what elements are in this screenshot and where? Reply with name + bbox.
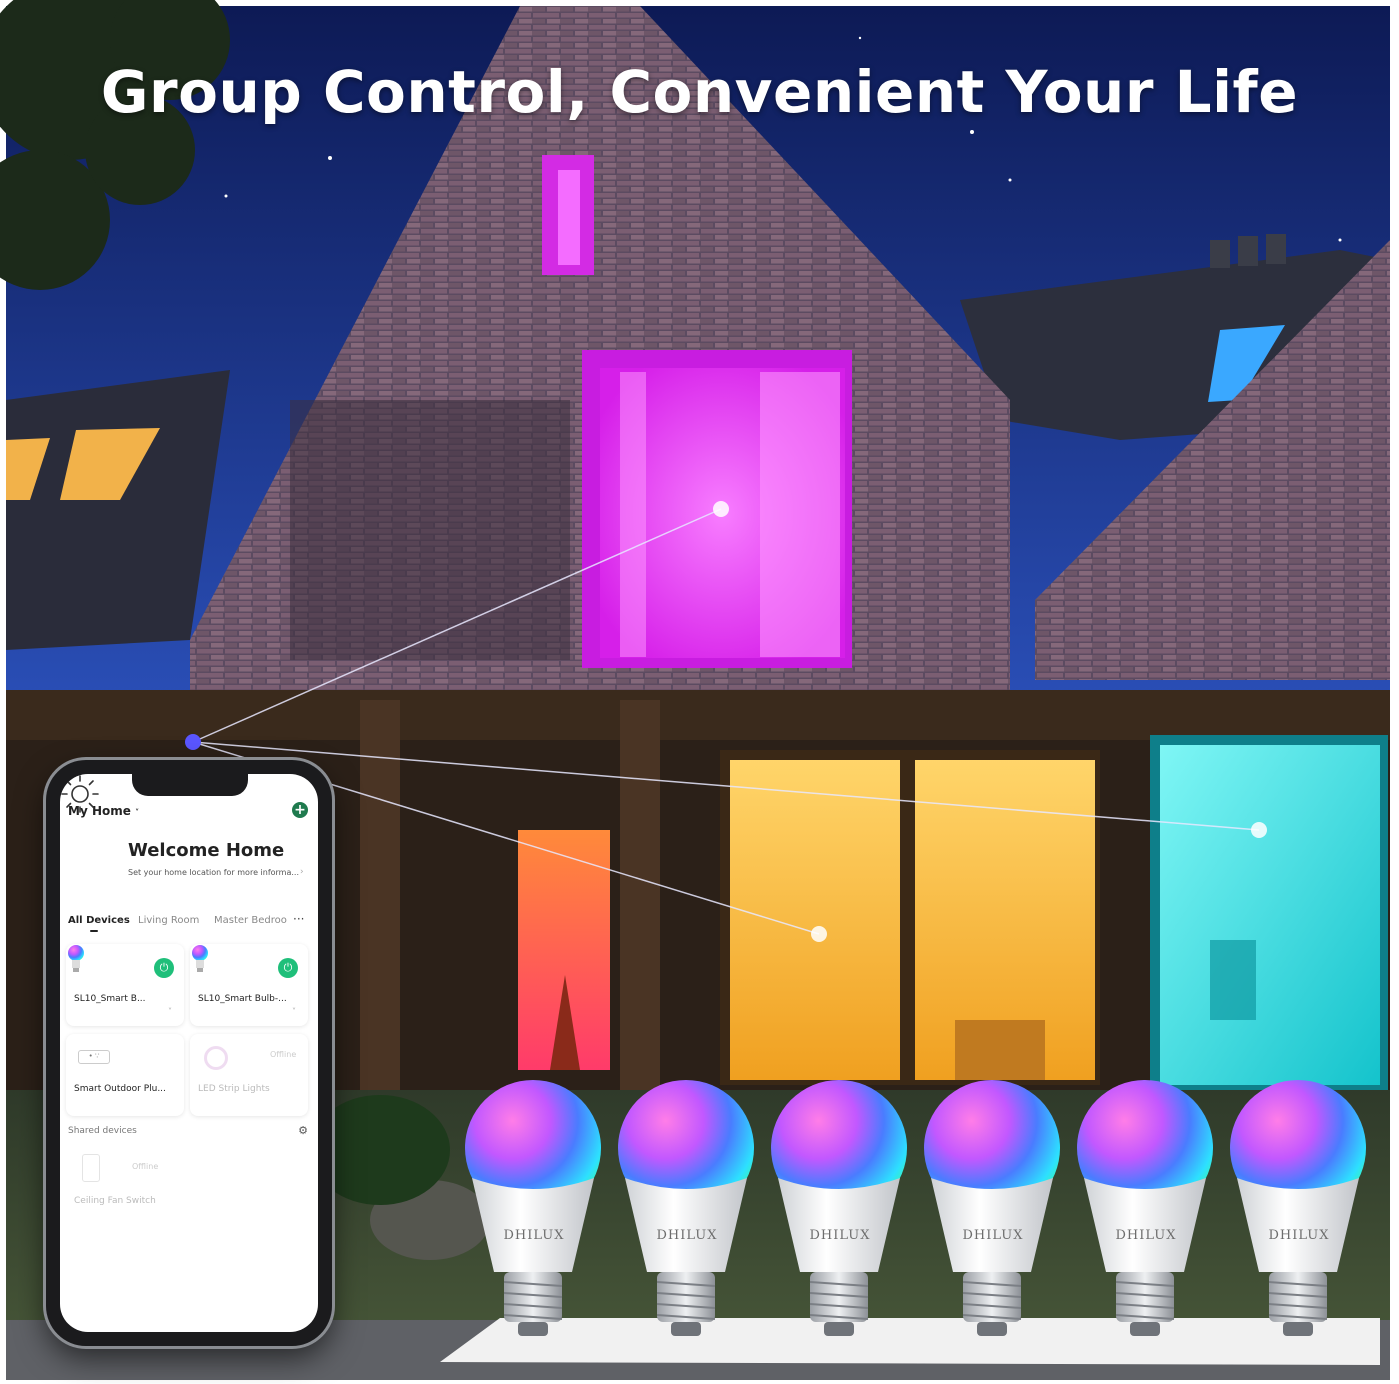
device-card[interactable]: Offline Ceiling Fan Switch xyxy=(66,1146,184,1228)
bulb-icon xyxy=(68,945,84,972)
bulb-label-wrap: DHILUX xyxy=(1229,1080,1369,1342)
plus-circle-icon[interactable]: + xyxy=(292,802,308,818)
product-scene: Group Control, Convenient Your Life My H… xyxy=(0,0,1399,1384)
yellow-window-left xyxy=(730,760,900,1080)
phone-notch xyxy=(132,774,248,796)
switch-icon xyxy=(82,1154,100,1182)
sun-icon xyxy=(61,775,99,813)
bulb-brand-label: DHILUX xyxy=(503,1228,565,1243)
bulb-brand-label: DHILUX xyxy=(656,1228,718,1243)
welcome-subtitle[interactable]: Set your home location for more informa.… xyxy=(128,868,299,877)
bulb-icon xyxy=(192,945,208,972)
bulb-label-wrap: DHILUX xyxy=(923,1080,1063,1342)
status-badge: Offline xyxy=(132,1162,159,1171)
tab-living-room[interactable]: Living Room xyxy=(138,915,199,926)
power-icon[interactable]: ⏻ xyxy=(278,958,298,978)
bulb-label-wrap: DHILUX xyxy=(1076,1080,1216,1342)
target-dot-cyan xyxy=(1251,822,1267,838)
bulb-brand-label: DHILUX xyxy=(1115,1228,1177,1243)
headline: Group Control, Convenient Your Life xyxy=(100,58,1299,126)
plug-icon: • ∵ xyxy=(78,1050,110,1064)
tab-all-devices[interactable]: All Devices xyxy=(68,915,130,926)
cyan-window xyxy=(1160,745,1380,1085)
phone-screen: My Home ˅ + Welcome Home Set your home l… xyxy=(60,774,318,1332)
chevron-down-icon: ˅ xyxy=(292,1007,296,1016)
target-dot-magenta xyxy=(713,501,729,517)
bulb-label-wrap: DHILUX xyxy=(617,1080,757,1342)
target-dot-yellow xyxy=(811,926,827,942)
hub-dot xyxy=(185,734,201,750)
strip-light-icon xyxy=(204,1046,228,1070)
welcome-title: Welcome Home xyxy=(128,840,285,861)
bulb-label-wrap: DHILUX xyxy=(770,1080,910,1342)
shared-devices-label: Shared devices xyxy=(68,1126,137,1136)
device-name: Smart Outdoor Plu... xyxy=(74,1084,166,1094)
bulb-label-wrap: DHILUX xyxy=(464,1080,604,1342)
device-name: SL10_Smart B... xyxy=(74,994,146,1004)
device-name: LED Strip Lights xyxy=(198,1084,270,1094)
bulb-brand-label: DHILUX xyxy=(809,1228,871,1243)
device-card[interactable]: ⏻ SL10_Smart B... ˅ xyxy=(66,944,184,1026)
power-icon[interactable]: ⏻ xyxy=(154,958,174,978)
status-badge: Offline xyxy=(270,1050,297,1059)
tab-underline xyxy=(90,930,98,932)
gear-icon[interactable]: ⚙ xyxy=(298,1124,308,1137)
tab-master-bedroom[interactable]: Master Bedroo xyxy=(214,915,287,926)
more-icon[interactable]: ··· xyxy=(293,912,304,926)
chevron-right-icon: › xyxy=(300,867,304,877)
device-card[interactable]: Offline LED Strip Lights xyxy=(190,1034,308,1116)
bulb-brand-label: DHILUX xyxy=(1268,1228,1330,1243)
device-card[interactable]: ⏻ SL10_Smart Bulb-... ˅ xyxy=(190,944,308,1026)
chevron-down-icon: ˅ xyxy=(135,808,140,817)
device-name: Ceiling Fan Switch xyxy=(74,1196,156,1206)
chevron-down-icon: ˅ xyxy=(168,1007,172,1016)
device-card[interactable]: • ∵ Smart Outdoor Plu... xyxy=(66,1034,184,1116)
phone: My Home ˅ + Welcome Home Set your home l… xyxy=(46,760,332,1346)
bulb-brand-label: DHILUX xyxy=(962,1228,1024,1243)
device-name: SL10_Smart Bulb-... xyxy=(198,994,287,1004)
